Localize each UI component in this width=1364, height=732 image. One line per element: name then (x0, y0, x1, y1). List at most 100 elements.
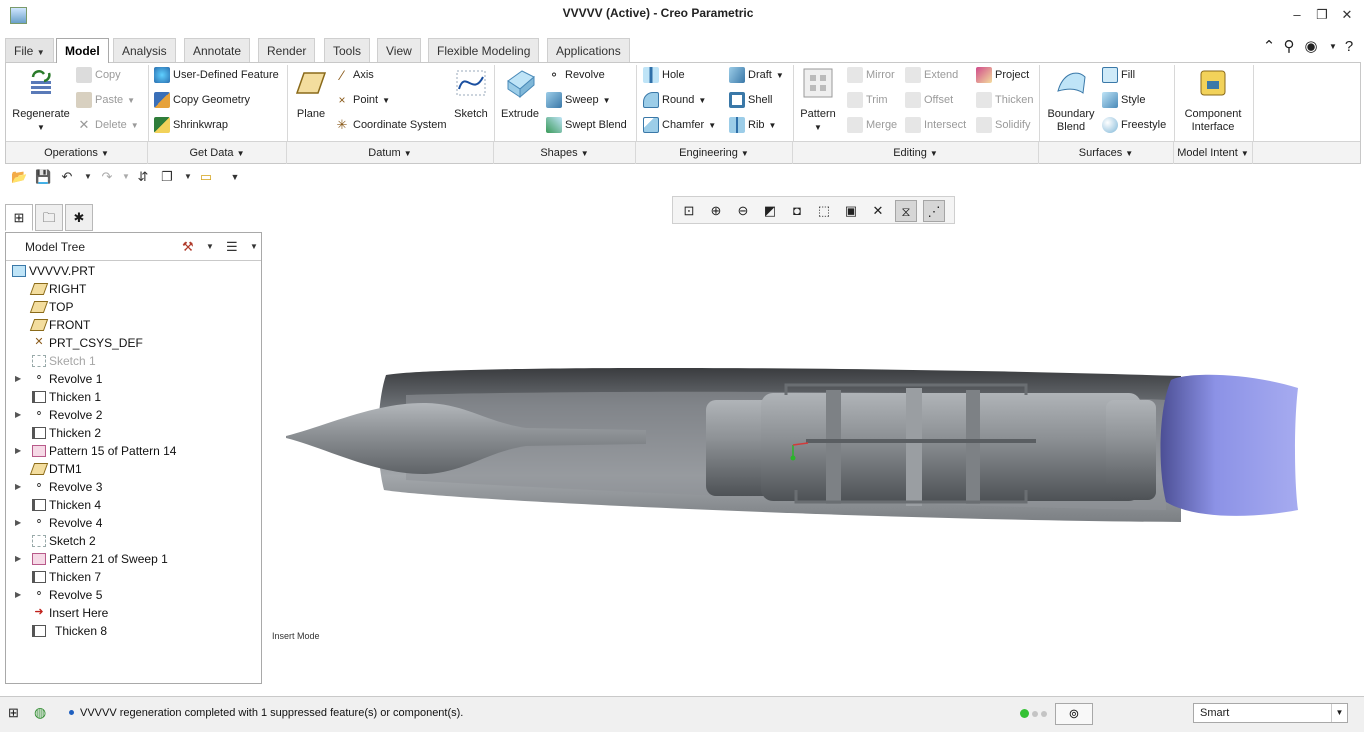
tab-applications[interactable]: Applications (547, 38, 630, 62)
tree-item[interactable]: DTM1 (6, 460, 261, 478)
delete-button[interactable]: ✕ Delete ▼ (76, 117, 139, 139)
intersect-button[interactable]: Intersect (905, 117, 966, 139)
mirror-button[interactable]: Mirror (847, 67, 895, 89)
customize-qat-icon[interactable]: ▼ (227, 169, 243, 185)
settings-dropdown-icon[interactable]: ▼ (206, 242, 214, 251)
group-shapes[interactable]: Shapes ▼ (494, 142, 636, 164)
model-tree-tab-icon[interactable]: ⊞ (5, 204, 33, 231)
zoom-out-icon[interactable]: ⊖ (732, 200, 754, 222)
minimize-button[interactable]: – (1287, 6, 1307, 24)
swept-blend-button[interactable]: Swept Blend (546, 117, 627, 139)
open-icon[interactable]: 📂 (11, 169, 27, 185)
show-icon[interactable]: ☰ (226, 239, 238, 255)
tree-item[interactable]: RIGHT (6, 280, 261, 298)
windows-icon[interactable]: ❐ (159, 169, 175, 185)
chamfer-button[interactable]: Chamfer ▼ (643, 117, 716, 139)
tree-item[interactable]: Thicken 2 (6, 424, 261, 442)
undo-icon[interactable]: ↶ (59, 169, 75, 185)
group-operations[interactable]: Operations ▼ (6, 142, 148, 164)
tree-item[interactable]: ▶ Pattern 21 of Sweep 1 (6, 550, 261, 568)
fill-button[interactable]: Fill (1102, 67, 1135, 89)
sketch-button[interactable]: Sketch (452, 67, 490, 121)
shell-button[interactable]: Shell (729, 92, 772, 114)
expand-arrow-icon[interactable]: ▶ (15, 370, 21, 388)
extrude-button[interactable]: Extrude (498, 67, 542, 121)
close-window-icon[interactable]: ▭ (198, 169, 214, 185)
tree-item[interactable]: Thicken 4 (6, 496, 261, 514)
user-defined-feature-button[interactable]: User-Defined Feature (154, 67, 279, 89)
style-button[interactable]: Style (1102, 92, 1145, 114)
axis-button[interactable]: ⁄ Axis (334, 67, 374, 89)
trim-button[interactable]: Trim (847, 92, 888, 114)
browser-toggle-icon[interactable]: ◍ (34, 704, 46, 721)
close-button[interactable]: ✕ (1337, 6, 1357, 24)
minimize-ribbon-icon[interactable]: ⌃ (1260, 38, 1278, 56)
group-model-intent[interactable]: Model Intent ▼ (1174, 142, 1253, 164)
repaint-icon[interactable]: ◩ (759, 200, 781, 222)
folder-browser-tab-icon[interactable]: 🗀 (35, 204, 63, 231)
undo-dropdown-icon[interactable]: ▼ (80, 169, 96, 185)
plane-button[interactable]: Plane (293, 67, 329, 121)
tree-item[interactable]: ▶ ⚬ Revolve 1 (6, 370, 261, 388)
engine-model-view[interactable] (266, 190, 1364, 690)
graphics-area[interactable] (266, 190, 1364, 690)
display-style-icon[interactable]: ◘ (786, 200, 808, 222)
chevron-down-icon[interactable]: ▼ (1331, 704, 1347, 722)
boundary-blend-button[interactable]: Boundary Blend (1044, 67, 1098, 134)
settings-icon[interactable]: ⚒ (182, 239, 194, 255)
component-interface-button[interactable]: Component Interface (1180, 67, 1246, 134)
saved-orientations-icon[interactable]: ⬚ (813, 200, 835, 222)
tree-item[interactable]: VVVVV.PRT (6, 262, 261, 280)
revolve-button[interactable]: ⚬ Revolve (546, 67, 605, 89)
hole-button[interactable]: Hole (643, 67, 685, 89)
tree-item[interactable]: ▶ ⚬ Revolve 4 (6, 514, 261, 532)
solidify-button[interactable]: Solidify (976, 117, 1030, 139)
expand-arrow-icon[interactable]: ▶ (15, 442, 21, 460)
expand-arrow-icon[interactable]: ▶ (15, 550, 21, 568)
group-surfaces[interactable]: Surfaces ▼ (1039, 142, 1174, 164)
tree-item[interactable]: Sketch 1 (6, 352, 261, 370)
find-binoculars-icon[interactable]: ⊚ (1055, 703, 1093, 725)
refit-icon[interactable]: ⊡ (678, 200, 700, 222)
community-icon[interactable]: ◉ (1302, 38, 1320, 56)
tab-model[interactable]: Model (56, 38, 109, 63)
regenerate-button[interactable]: Regenerate ▼ (12, 67, 70, 134)
tab-render[interactable]: Render (258, 38, 316, 62)
annotation-display-icon[interactable]: ⋰ (923, 200, 945, 222)
expand-arrow-icon[interactable]: ▶ (15, 478, 21, 496)
tree-item[interactable]: ▶ ⚬ Revolve 2 (6, 406, 261, 424)
group-get-data[interactable]: Get Data ▼ (148, 142, 287, 164)
tree-item[interactable]: ▶ ⚬ Revolve 5 (6, 586, 261, 604)
help-icon[interactable]: ? (1340, 38, 1358, 56)
tree-item[interactable]: ▶ ⚬ Revolve 3 (6, 478, 261, 496)
search-icon[interactable]: ⚲ (1280, 38, 1298, 56)
thicken-button[interactable]: Thicken (976, 92, 1034, 114)
tree-item[interactable]: Thicken 7 (6, 568, 261, 586)
shrinkwrap-button[interactable]: Shrinkwrap (154, 117, 228, 139)
tab-flexible-modeling[interactable]: Flexible Modeling (428, 38, 540, 62)
windows-dropdown-icon[interactable]: ▼ (180, 169, 196, 185)
favorites-tab-icon[interactable]: ✱ (65, 204, 93, 231)
offset-button[interactable]: Offset (905, 92, 953, 114)
show-dropdown-icon[interactable]: ▼ (250, 242, 258, 251)
navigator-toggle-icon[interactable]: ⊞ (8, 705, 19, 721)
group-datum[interactable]: Datum ▼ (287, 142, 494, 164)
round-button[interactable]: Round ▼ (643, 92, 706, 114)
pattern-button[interactable]: Pattern ▼ (797, 67, 839, 134)
extend-button[interactable]: Extend (905, 67, 958, 89)
datum-display-icon[interactable]: ✕ (867, 200, 889, 222)
project-button[interactable]: Project (976, 67, 1029, 89)
tree-item[interactable]: ▶ Pattern 15 of Pattern 14 (6, 442, 261, 460)
group-engineering[interactable]: Engineering ▼ (636, 142, 793, 164)
rib-button[interactable]: Rib ▼ (729, 117, 776, 139)
sweep-button[interactable]: Sweep ▼ (546, 92, 611, 114)
tree-item[interactable]: Sketch 2 (6, 532, 261, 550)
redo-icon[interactable]: ↷ (99, 169, 115, 185)
freestyle-button[interactable]: Freestyle (1102, 117, 1166, 139)
expand-arrow-icon[interactable]: ▶ (15, 586, 21, 604)
expand-arrow-icon[interactable]: ▶ (15, 514, 21, 532)
tree-item[interactable]: FRONT (6, 316, 261, 334)
tab-view[interactable]: View (377, 38, 421, 62)
redo-dropdown-icon[interactable]: ▼ (118, 169, 134, 185)
tab-analysis[interactable]: Analysis (113, 38, 176, 62)
